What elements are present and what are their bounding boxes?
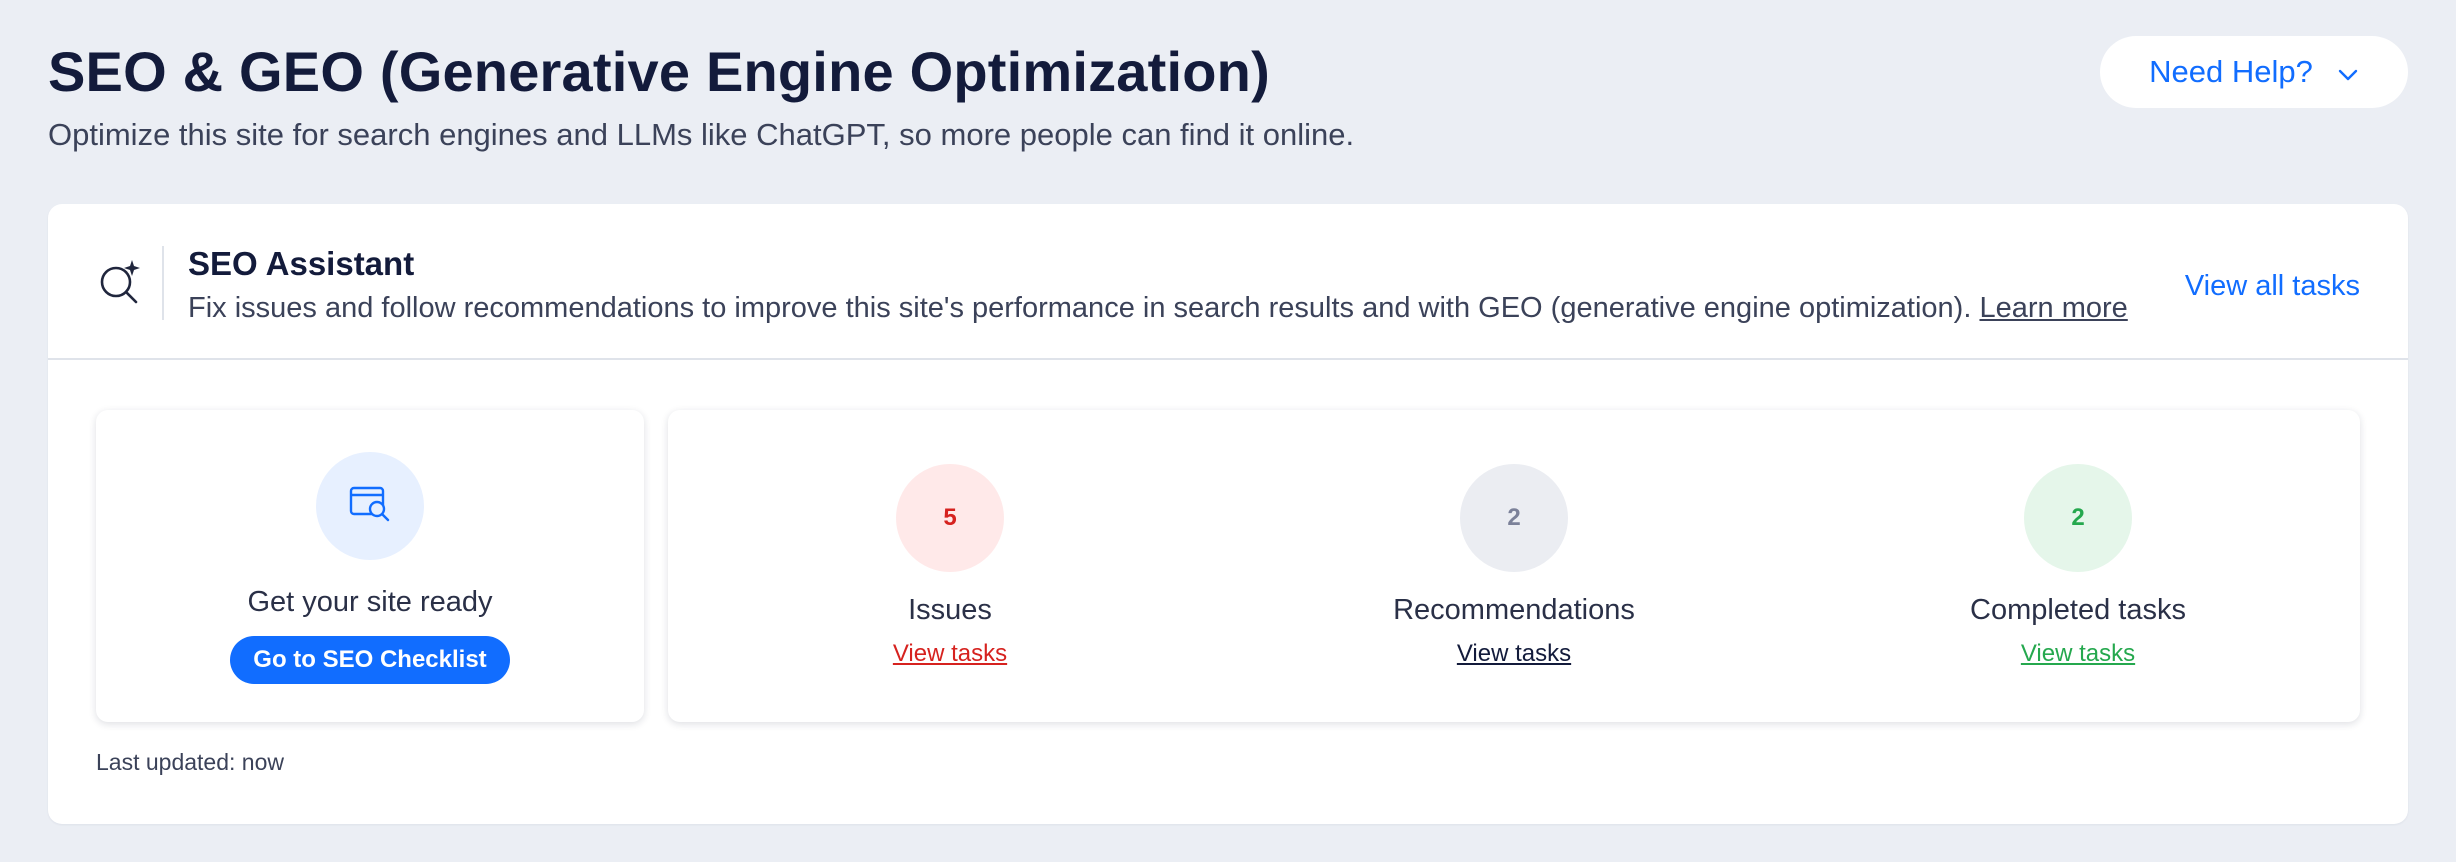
seo-assistant-description-text: Fix issues and follow recommendations to…: [188, 292, 1972, 324]
stat-issues: 5 Issues View tasks: [668, 410, 1232, 722]
view-all-tasks-link[interactable]: View all tasks: [2185, 266, 2360, 306]
need-help-label: Need Help?: [2149, 54, 2313, 89]
page-title: SEO & GEO (Generative Engine Optimizatio…: [48, 40, 1270, 103]
task-stats-card: 5 Issues View tasks 2 Recommendations Vi…: [668, 410, 2360, 722]
page-subtitle: Optimize this site for search engines an…: [48, 117, 1355, 152]
issues-label: Issues: [908, 594, 992, 626]
search-sparkle-icon: [96, 256, 144, 308]
recommendations-view-tasks-link[interactable]: View tasks: [1457, 640, 1571, 667]
page-header: SEO & GEO (Generative Engine Optimizatio…: [48, 36, 2408, 156]
last-updated-text: Last updated: now: [96, 749, 284, 775]
seo-assistant-description: Fix issues and follow recommendations to…: [188, 288, 2128, 328]
stat-completed-tasks: 2 Completed tasks View tasks: [1796, 410, 2360, 722]
go-to-seo-checklist-button[interactable]: Go to SEO Checklist: [230, 636, 510, 684]
completed-count-badge: 2: [2024, 464, 2132, 572]
seo-assistant-card: SEO Assistant Fix issues and follow reco…: [48, 204, 2408, 824]
header-divider: [162, 246, 164, 320]
chevron-down-icon: [2337, 54, 2359, 90]
checklist-icon-circle: [316, 452, 424, 560]
learn-more-link[interactable]: Learn more: [1979, 292, 2127, 324]
seo-checklist-card: Get your site ready Go to SEO Checklist: [96, 410, 644, 722]
issues-count-badge: 5: [896, 464, 1004, 572]
completed-tasks-label: Completed tasks: [1970, 594, 2186, 626]
recommendations-label: Recommendations: [1393, 594, 1635, 626]
need-help-button[interactable]: Need Help?: [2100, 36, 2408, 108]
browser-search-icon: [348, 484, 392, 529]
completed-view-tasks-link[interactable]: View tasks: [2021, 640, 2135, 667]
issues-view-tasks-link[interactable]: View tasks: [893, 640, 1007, 667]
stat-recommendations: 2 Recommendations View tasks: [1232, 410, 1796, 722]
seo-assistant-title: SEO Assistant: [188, 245, 415, 282]
recommendations-count-badge: 2: [1460, 464, 1568, 572]
seo-assistant-header: SEO Assistant Fix issues and follow reco…: [48, 204, 2408, 360]
checklist-text: Get your site ready: [247, 586, 493, 618]
